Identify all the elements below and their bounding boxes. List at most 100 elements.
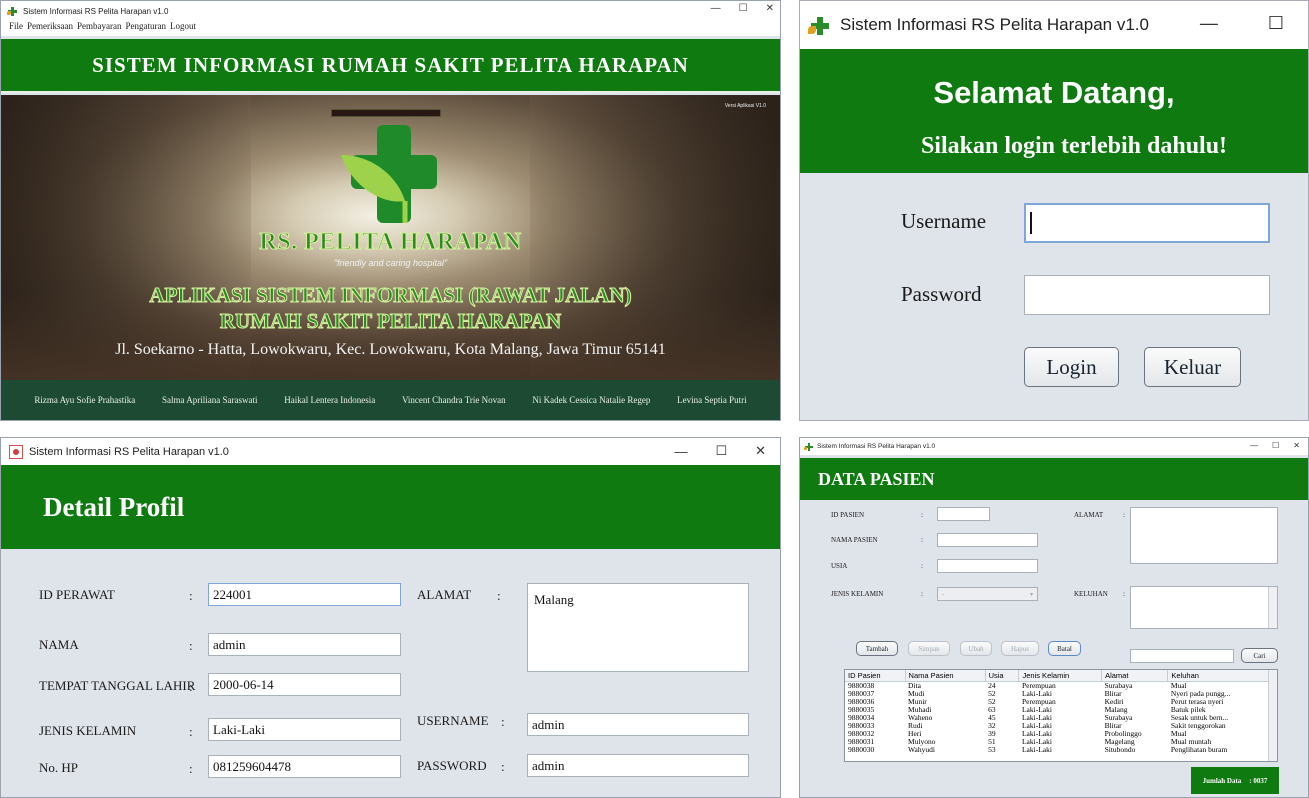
table-row[interactable]: 9880038 Dita 24 Perempuan Surabaya Mual	[845, 682, 1269, 691]
alamat-textarea[interactable]: Malang	[527, 583, 749, 672]
batal-button[interactable]: Batal	[1048, 641, 1081, 656]
table-cell: Kediri	[1104, 698, 1124, 706]
record-count-badge: Jumlah Data : 0037	[1191, 767, 1279, 794]
minimize-button[interactable]: —	[711, 3, 721, 14]
table-cell: Sakit tenggorokan	[1170, 722, 1226, 730]
table-cell: Penglihatan buram	[1170, 746, 1228, 754]
colon: :	[189, 724, 193, 739]
table-cell: 51	[988, 738, 996, 746]
username-input[interactable]	[1024, 203, 1270, 243]
search-input[interactable]	[1130, 649, 1234, 663]
table-cell: Laki-Laki	[1021, 722, 1052, 730]
table-scrollbar[interactable]	[1268, 670, 1277, 761]
ubah-button[interactable]: Ubah	[960, 641, 992, 656]
table-cell: Sesak untuk bern...	[1170, 714, 1229, 722]
menu-pembayaran[interactable]: Pembayaran	[77, 21, 121, 36]
ttl-field[interactable]: 2000-06-14	[208, 673, 401, 696]
password-field[interactable]: admin	[527, 754, 749, 777]
maximize-button[interactable]: ☐	[715, 443, 727, 459]
table-row[interactable]: 9880037 Mudi 52 Laki-Laki Blitar Nyeri pada p…	[845, 690, 1269, 698]
table-cell: Situbondo	[1104, 746, 1136, 754]
maximize-button[interactable]: ☐	[739, 3, 748, 14]
colon: :	[189, 679, 193, 694]
column-header[interactable]: Alamat	[1101, 670, 1169, 682]
login-window: Sistem Informasi RS Pelita Harapan v1.0 …	[799, 0, 1309, 421]
patient-window: Sistem Informasi RS Pelita Harapan v1.0 …	[799, 437, 1309, 798]
column-header[interactable]: Jenis Kelamin	[1018, 670, 1103, 682]
profile-window: Sistem Informasi RS Pelita Harapan v1.0 …	[0, 437, 781, 798]
id-pasien-input[interactable]	[937, 507, 990, 521]
table-cell: 9880032	[848, 730, 875, 738]
username-label: Username	[901, 209, 987, 233]
cari-button[interactable]: Cari	[1241, 648, 1278, 663]
colon: :	[189, 761, 193, 776]
table-cell: Waheno	[908, 714, 933, 722]
table-cell: Surabaya	[1104, 681, 1133, 690]
column-header[interactable]: Nama Pasien	[905, 670, 986, 682]
minimize-button[interactable]: —	[1250, 441, 1258, 450]
credit-name: Ni Kadek Cessica Natalie Regep	[532, 395, 651, 405]
alamat-textarea[interactable]	[1130, 507, 1278, 564]
table-cell: Laki-Laki	[1021, 690, 1052, 698]
usia-input[interactable]	[937, 559, 1038, 573]
close-button[interactable]: ✕	[1293, 441, 1300, 450]
table-cell: 9880033	[848, 722, 875, 730]
close-button[interactable]: ✕	[755, 443, 766, 459]
password-label: PASSWORD	[417, 758, 487, 773]
jenis-kelamin-label: JENIS KELAMIN	[831, 590, 884, 598]
menu-logout[interactable]: Logout	[170, 21, 196, 36]
nama-pasien-input[interactable]	[937, 533, 1038, 547]
close-button[interactable]: ✕	[766, 3, 774, 14]
count-label: Jumlah Data	[1202, 776, 1242, 785]
tambah-button[interactable]: Tambah	[856, 641, 898, 656]
window-title: Sistem Informasi RS Pelita Harapan v1.0	[840, 15, 1149, 34]
maximize-button[interactable]: ☐	[1268, 13, 1284, 34]
version-note: Versi Aplikasi V1.0	[724, 103, 766, 109]
hapus-button[interactable]: Hapus	[1001, 641, 1039, 656]
credit-name: Rizma Ayu Sofie Prahastika	[34, 395, 136, 405]
jenis-kelamin-label: JENIS KELAMIN	[39, 723, 137, 738]
maximize-button[interactable]: ☐	[1272, 441, 1279, 450]
column-header[interactable]: ID Pasien	[845, 670, 906, 682]
no-hp-field[interactable]: 081259604478	[208, 755, 401, 778]
window-title: Sistem Informasi RS Pelita Harapan v1.0	[23, 6, 169, 16]
simpan-button[interactable]: Simpan	[908, 641, 950, 656]
table-cell: Mulyono	[908, 738, 936, 746]
colon: :	[921, 511, 923, 519]
table-row[interactable]: 9880033 Rudi 32 Laki-Laki Blitar Sakit tenggo…	[845, 722, 1269, 730]
table-row[interactable]: 9880030 Wahyudi 53 Laki-Laki Situbondo Pengli…	[845, 746, 1269, 754]
nama-field[interactable]: admin	[208, 633, 401, 656]
jenis-kelamin-select[interactable]: - ▾	[937, 587, 1038, 601]
table-row[interactable]: 9880032 Heri 39 Laki-Laki Probolinggo Mual	[845, 730, 1269, 738]
minimize-button[interactable]: —	[674, 444, 687, 459]
table-cell: Wahyudi	[908, 746, 935, 754]
table-cell: 9880037	[848, 690, 875, 698]
keluhan-textarea[interactable]	[1130, 586, 1278, 629]
table-row[interactable]: 9880031 Mulyono 51 Laki-Laki Magelang Mual mu…	[845, 738, 1269, 746]
column-header[interactable]: Keluhan	[1167, 670, 1269, 682]
exit-button[interactable]: Keluar	[1144, 347, 1241, 387]
table-row[interactable]: 9880034 Waheno 45 Laki-Laki Surabaya Sesak un…	[845, 714, 1269, 722]
table-cell: Blitar	[1104, 690, 1122, 698]
table-cell: 53	[988, 746, 996, 754]
table-row[interactable]: 9880035 Muhadi 63 Laki-Laki Malang Batuk pile…	[845, 706, 1269, 714]
login-button[interactable]: Login	[1024, 347, 1119, 387]
table-cell: Dita	[908, 681, 921, 690]
table-row[interactable]: 9880036 Munir 52 Perempuan Kediri Perut teras…	[845, 698, 1269, 706]
password-input[interactable]	[1024, 275, 1270, 315]
table-cell: 39	[988, 730, 996, 738]
jenis-kelamin-field[interactable]: Laki-Laki	[208, 718, 401, 741]
id-perawat-field[interactable]: 224001	[208, 583, 401, 606]
minimize-button[interactable]: —	[1200, 13, 1218, 34]
column-header[interactable]: Usia	[985, 670, 1020, 682]
table-cell: 32	[988, 722, 996, 730]
hospital-cross-logo-icon	[341, 125, 437, 223]
hospital-address: Jl. Soekarno - Hatta, Lowokwaru, Kec. Lo…	[115, 341, 666, 358]
table-cell: Laki-Laki	[1021, 730, 1052, 738]
menu-file[interactable]: File	[9, 21, 23, 36]
table-cell: Muhadi	[908, 706, 932, 714]
username-field[interactable]: admin	[527, 713, 749, 736]
menu-pemeriksaan[interactable]: Pemeriksaan	[27, 21, 73, 36]
keluhan-scrollbar[interactable]	[1268, 587, 1277, 628]
menu-pengaturan[interactable]: Pengaturan	[125, 21, 166, 36]
